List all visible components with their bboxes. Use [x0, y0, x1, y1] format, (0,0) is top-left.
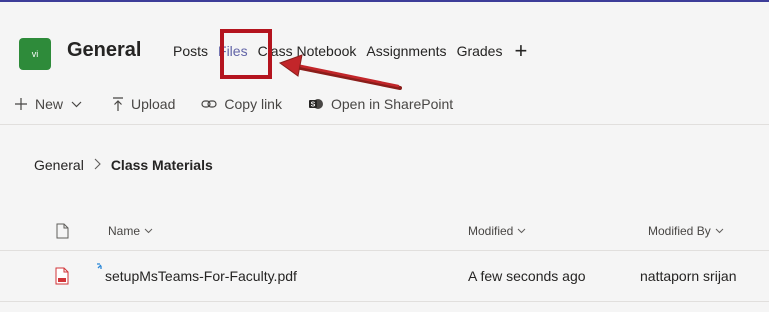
tab-class-notebook[interactable]: Class Notebook	[258, 39, 357, 63]
sharepoint-icon: S	[308, 97, 324, 111]
upload-button[interactable]: Upload	[112, 96, 175, 112]
open-in-sharepoint-label: Open in SharePoint	[330, 96, 454, 112]
column-header-name-label: Name	[108, 224, 141, 238]
chevron-down-icon	[144, 226, 153, 237]
file-modified: A few seconds ago	[468, 268, 586, 284]
chevron-down-icon	[517, 226, 526, 237]
svg-text:S: S	[311, 102, 316, 109]
table-header-row: Name Modified Modified By	[0, 212, 769, 251]
tab-posts[interactable]: Posts	[173, 39, 208, 63]
table-row[interactable]: setupMsTeams-For-Faculty.pdf A few secon…	[0, 251, 769, 302]
chevron-down-icon	[71, 101, 82, 108]
copy-link-label: Copy link	[224, 96, 282, 112]
tab-assignments[interactable]: Assignments	[366, 39, 446, 63]
new-button[interactable]: New	[14, 96, 82, 112]
column-header-modified-label: Modified	[468, 224, 514, 238]
files-table: Name Modified Modified By setupMsTeams-F…	[0, 212, 769, 302]
link-icon	[201, 98, 217, 110]
column-header-modified-by[interactable]: Modified By	[648, 212, 724, 250]
channel-header: vi General Posts Files Class Notebook As…	[0, 2, 769, 80]
column-header-modified-by-label: Modified By	[648, 224, 711, 238]
upload-icon	[112, 96, 124, 112]
plus-icon	[14, 97, 28, 111]
tab-grades[interactable]: Grades	[457, 39, 503, 63]
team-avatar[interactable]: vi	[19, 38, 51, 70]
breadcrumb: General Class Materials	[34, 157, 213, 173]
channel-title: General	[67, 39, 142, 61]
breadcrumb-root[interactable]: General	[34, 157, 84, 173]
breadcrumb-separator-icon	[94, 157, 101, 173]
chevron-down-icon	[715, 226, 724, 237]
add-tab-button[interactable]: +	[514, 40, 527, 62]
open-in-sharepoint-button[interactable]: S Open in SharePoint	[308, 96, 453, 112]
files-toolbar: New Upload Copy link S Open in SharePoin…	[0, 84, 769, 125]
copy-link-button[interactable]: Copy link	[201, 96, 282, 112]
file-modified-by: nattaporn srijan	[640, 268, 737, 284]
breadcrumb-current: Class Materials	[110, 157, 213, 173]
annotation-highlight-box	[220, 29, 272, 79]
upload-label: Upload	[131, 96, 176, 112]
column-header-name[interactable]: Name	[108, 212, 153, 250]
file-name[interactable]: setupMsTeams-For-Faculty.pdf	[105, 251, 297, 301]
column-header-modified[interactable]: Modified	[468, 212, 526, 250]
file-type-column-icon	[56, 212, 69, 250]
new-label: New	[35, 96, 64, 112]
pdf-file-icon	[54, 251, 70, 301]
